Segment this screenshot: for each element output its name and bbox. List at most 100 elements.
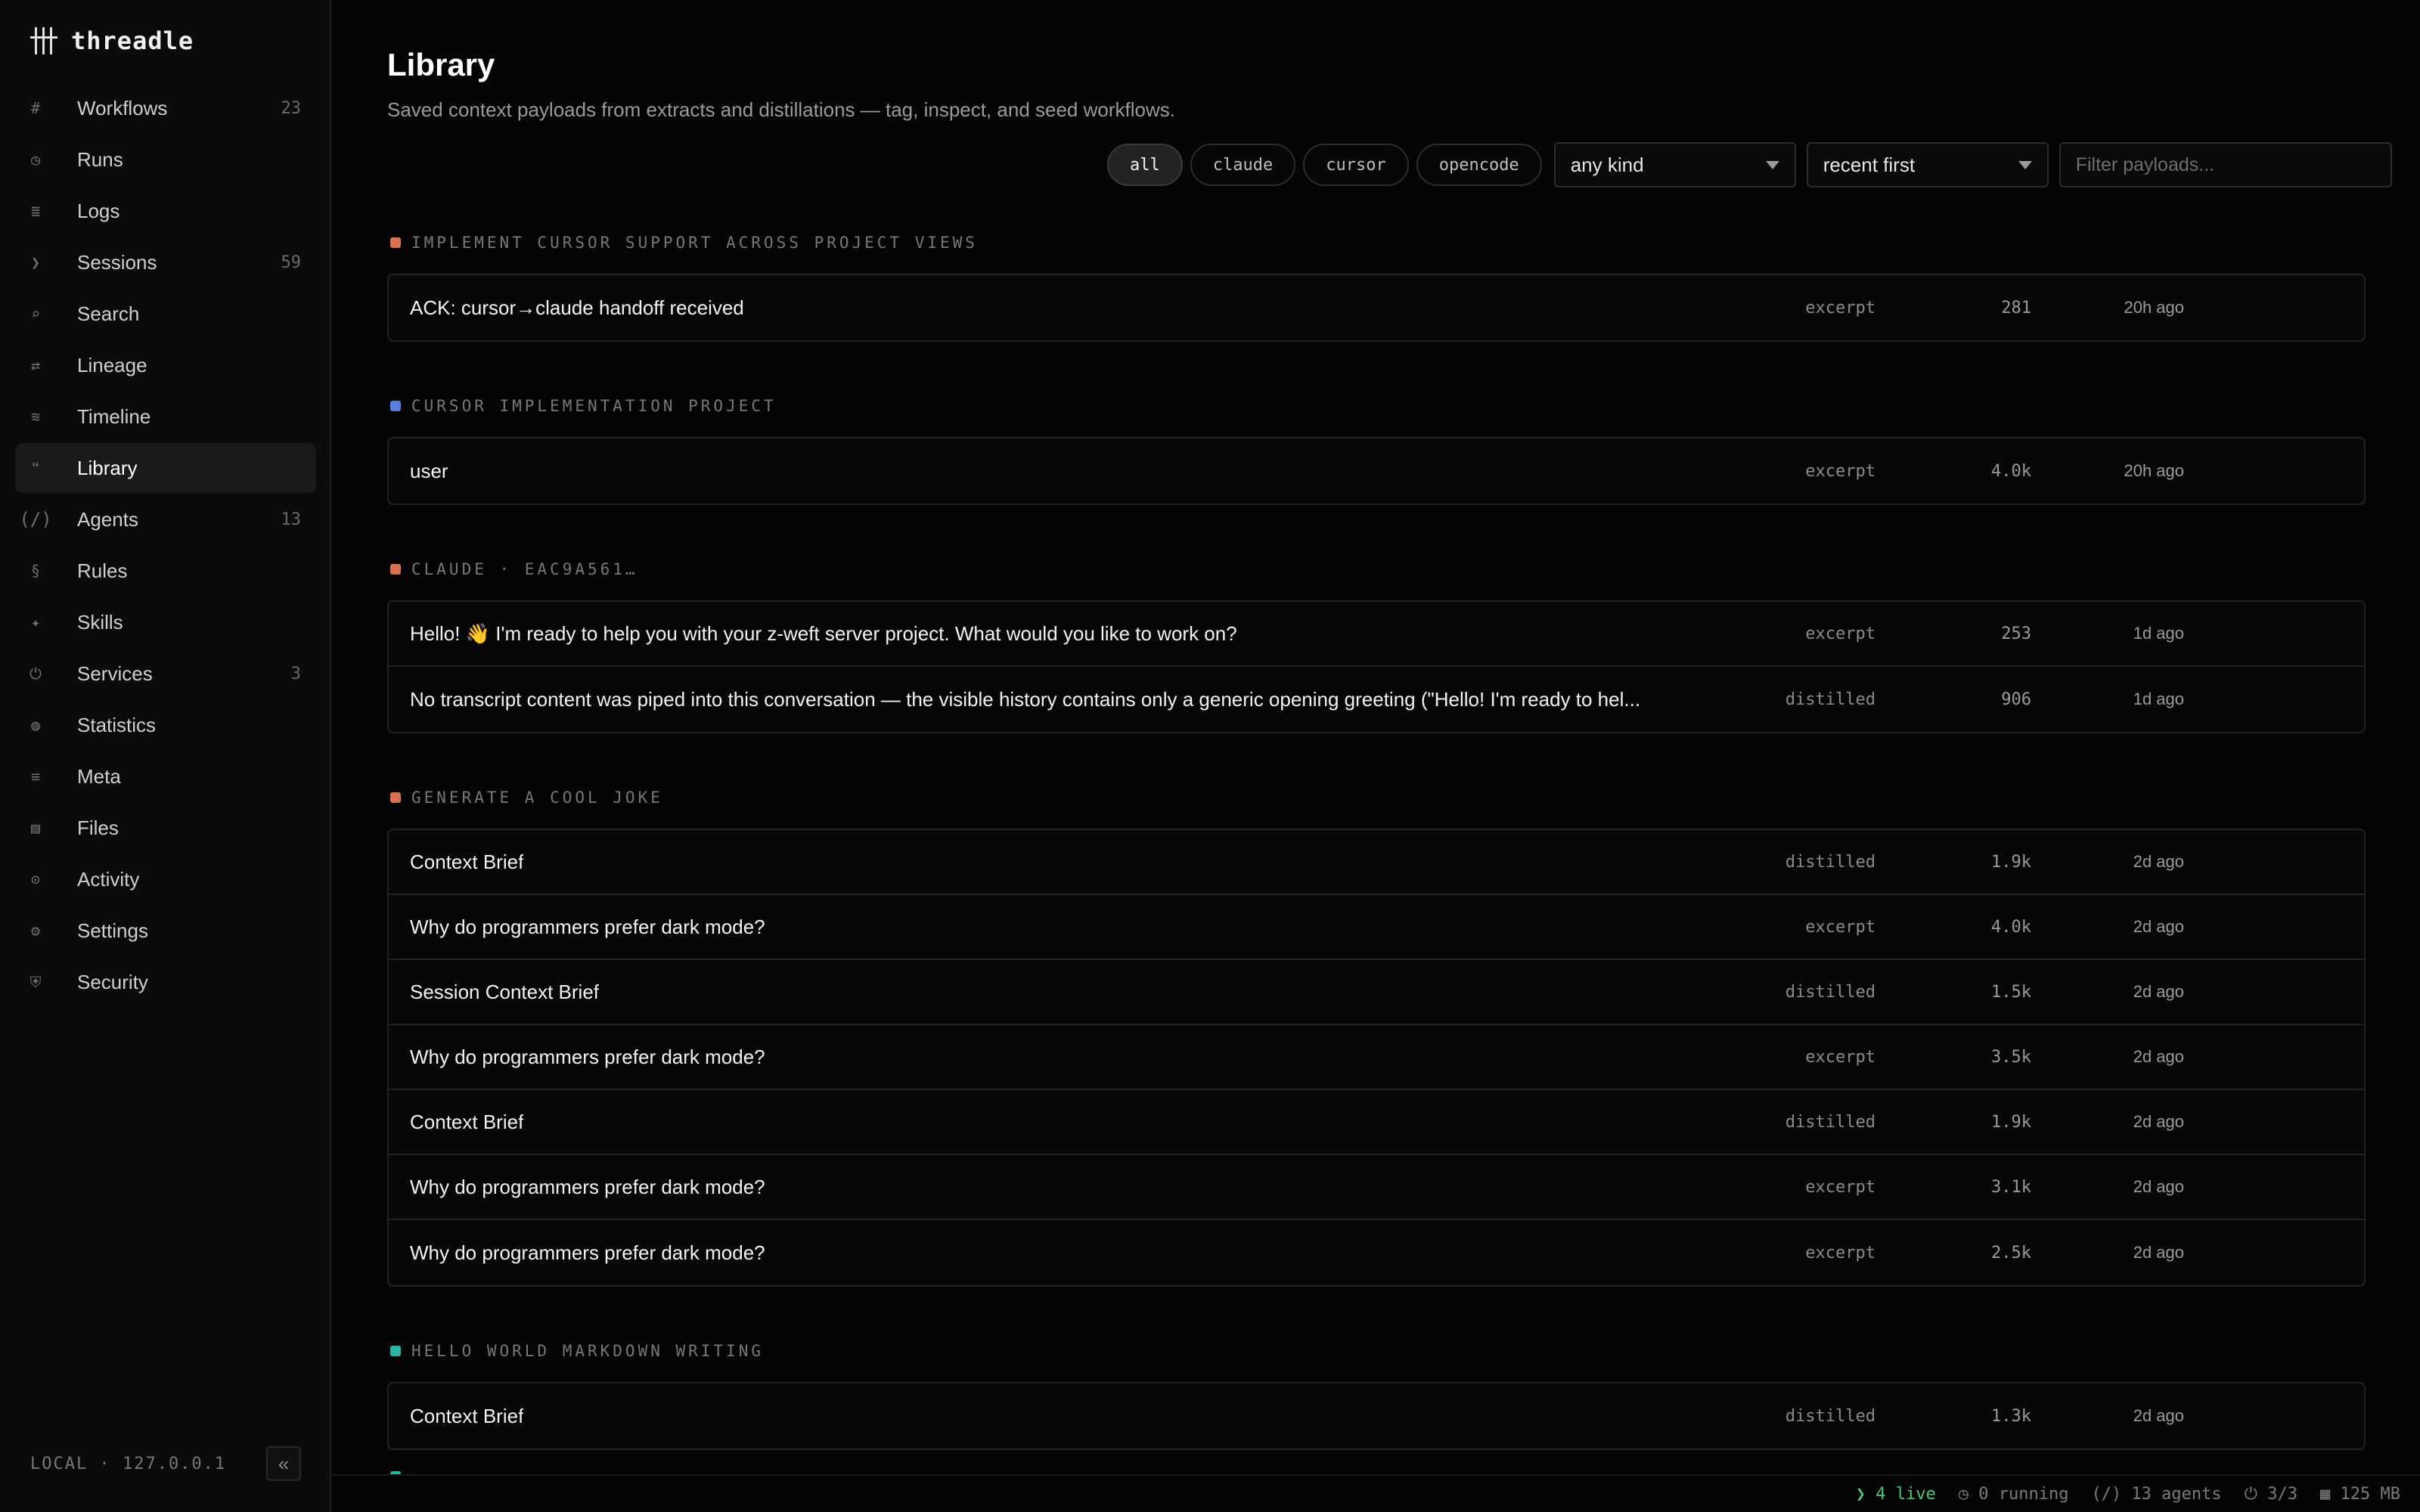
skills-icon: ✦: [30, 613, 41, 631]
sidebar-nav: # Workflows 23 ◷ Runs ≣ Logs ❯ Sessions 59 ⌕ Search…: [15, 83, 316, 1009]
payload-title: Context Brief: [410, 1404, 524, 1427]
payload-time: 20h ago: [2124, 298, 2184, 317]
sidebar-item-label: Agents: [77, 507, 138, 531]
collapse-sidebar-button[interactable]: «: [266, 1446, 301, 1481]
threadle-logo-icon: [30, 27, 57, 54]
payload-row[interactable]: Hello! 👋 I'm ready to help you with your…: [389, 602, 2364, 667]
payload-time: 2d ago: [2133, 1047, 2184, 1066]
payload-title: Hello! 👋 I'm ready to help you with your…: [410, 621, 1237, 645]
payload-title: Session Context Brief: [410, 980, 600, 1003]
sidebar-item-lineage[interactable]: ⇄ Lineage: [15, 340, 316, 390]
group-color-dot: [390, 792, 401, 803]
sidebar-item-label: Rules: [77, 559, 128, 582]
payload-title: user: [410, 459, 448, 482]
group-title: CURSOR IMPLEMENTATION PROJECT: [411, 397, 777, 415]
filter-payloads-input[interactable]: [2059, 142, 2392, 187]
sidebar-item-label: Library: [77, 456, 138, 479]
payload-row[interactable]: No transcript content was piped into thi…: [389, 667, 2364, 732]
sidebar-item-count: 59: [281, 253, 302, 272]
chip-claude[interactable]: claude: [1190, 144, 1296, 186]
chip-opencode[interactable]: opencode: [1416, 144, 1542, 186]
kind-select[interactable]: any kind: [1553, 142, 1796, 187]
payload-row[interactable]: Why do programmers prefer dark mode? exce…: [389, 1220, 2364, 1285]
sidebar-item-rules[interactable]: § Rules: [15, 546, 316, 596]
payload-card: Hello! 👋 I'm ready to help you with your…: [387, 600, 2366, 733]
running-status[interactable]: ◷ 0 running: [1959, 1485, 2069, 1504]
runs-icon: ◷: [30, 150, 41, 169]
sidebar-item-skills[interactable]: ✦ Skills: [15, 597, 316, 647]
chip-cursor[interactable]: cursor: [1303, 144, 1409, 186]
group-header[interactable]: HELLO WORLD MARKDOWN WRITING: [390, 1340, 764, 1362]
payload-row[interactable]: Context Brief distilled 1.9k 2d ago: [389, 830, 2364, 895]
sidebar-item-label: Logs: [77, 199, 120, 222]
group-title: CLAUDE · EAC9A561…: [411, 560, 638, 578]
sidebar: threadle # Workflows 23 ◷ Runs ≣ Logs ❯ Sessions…: [0, 0, 331, 1512]
sidebar-item-label: Timeline: [77, 404, 151, 428]
payload-row[interactable]: user excerpt 4.0k 20h ago: [389, 438, 2364, 503]
sidebar-item-logs[interactable]: ≣ Logs: [15, 186, 316, 236]
payload-kind: distilled: [1785, 1406, 1876, 1426]
payload-row[interactable]: Context Brief distilled 1.9k 2d ago: [389, 1090, 2364, 1155]
sidebar-item-runs[interactable]: ◷ Runs: [15, 135, 316, 184]
sidebar-item-files[interactable]: ▤ Files: [15, 803, 316, 853]
sidebar-item-services[interactable]: ⏻ Services 3: [15, 649, 316, 699]
sidebar-item-sessions[interactable]: ❯ Sessions 59: [15, 237, 316, 287]
files-icon: ▤: [30, 819, 41, 837]
group-header[interactable]: CLAUDE · EAC9A561…: [390, 558, 638, 581]
payload-time: 2d ago: [2133, 917, 2184, 936]
memory-status: ▦ 125 MB: [2320, 1484, 2400, 1504]
payload-title: Why do programmers prefer dark mode?: [410, 915, 765, 938]
sidebar-item-label: Sessions: [77, 250, 157, 274]
search-icon: ⌕: [30, 305, 41, 323]
payload-kind: distilled: [1785, 982, 1876, 1002]
payload-size: 2.5k: [1991, 1243, 2031, 1263]
chip-all[interactable]: all: [1107, 144, 1183, 186]
sidebar-item-statistics[interactable]: ◍ Statistics: [15, 700, 316, 750]
sidebar-item-label: Runs: [77, 147, 123, 171]
payload-row[interactable]: ACK: cursor→claude handoff received excer…: [389, 275, 2364, 340]
payload-size: 3.1k: [1991, 1177, 2031, 1197]
sidebar-item-library[interactable]: ❝ Library: [15, 443, 316, 493]
sidebar-item-security[interactable]: ⛨ Security: [15, 957, 316, 1007]
payload-title: ACK: cursor→claude handoff received: [410, 296, 744, 319]
group-title: HELLO WORLD MARKDOWN WRITING: [411, 1342, 765, 1360]
payload-kind: excerpt: [1805, 461, 1876, 481]
payload-time: 1d ago: [2133, 624, 2184, 643]
payload-time: 2d ago: [2133, 1177, 2184, 1196]
payload-time: 2d ago: [2133, 1112, 2184, 1131]
payload-kind: excerpt: [1805, 1047, 1876, 1067]
sidebar-item-timeline[interactable]: ≋ Timeline: [15, 392, 316, 442]
sidebar-item-agents[interactable]: (/) Agents 13: [15, 494, 316, 544]
payload-row[interactable]: Session Context Brief distilled 1.5k 2d ago: [389, 960, 2364, 1025]
payload-size: 4.0k: [1991, 917, 2031, 937]
payload-card: Context Brief distilled 1.3k 2d ago: [387, 1382, 2366, 1450]
sidebar-item-label: Skills: [77, 610, 123, 634]
live-sessions-status[interactable]: ❯ 4 live: [1856, 1485, 1936, 1504]
payload-title: Context Brief: [410, 850, 524, 873]
payload-row[interactable]: Context Brief distilled 1.3k 2d ago: [389, 1383, 2364, 1448]
payload-card: ACK: cursor→claude handoff received excer…: [387, 274, 2366, 342]
group-header[interactable]: IMPLEMENT CURSOR SUPPORT ACROSS PROJECT …: [390, 231, 978, 254]
sidebar-item-settings[interactable]: ⚙ Settings: [15, 906, 316, 956]
sidebar-item-search[interactable]: ⌕ Search: [15, 289, 316, 339]
sidebar-item-meta[interactable]: ≡ Meta: [15, 751, 316, 801]
group-header[interactable]: GENERATE A COOL JOKE: [390, 786, 663, 809]
group-header[interactable]: CURSOR IMPLEMENTATION PROJECT: [390, 395, 777, 417]
sidebar-item-workflows[interactable]: # Workflows 23: [15, 83, 316, 133]
sort-select[interactable]: recent first: [1806, 142, 2049, 187]
services-status[interactable]: ⏻ 3/3: [2245, 1485, 2297, 1504]
payload-title: No transcript content was piped into thi…: [410, 687, 1641, 711]
sidebar-item-label: Search: [77, 302, 140, 325]
payload-row[interactable]: Why do programmers prefer dark mode? exce…: [389, 1025, 2364, 1090]
kind-select-value: any kind: [1570, 153, 1644, 176]
brand[interactable]: threadle: [30, 26, 194, 56]
sidebar-item-activity[interactable]: ⊙ Activity: [15, 854, 316, 904]
payload-kind: excerpt: [1805, 298, 1876, 318]
payload-row[interactable]: Why do programmers prefer dark mode? exce…: [389, 895, 2364, 960]
filter-bar: all claude cursor opencode any kind rece…: [1107, 142, 2392, 187]
payload-size: 1.9k: [1991, 852, 2031, 872]
sidebar-item-label: Meta: [77, 764, 121, 788]
payload-kind: distilled: [1785, 689, 1876, 709]
payload-row[interactable]: Why do programmers prefer dark mode? exce…: [389, 1155, 2364, 1220]
agents-status[interactable]: (/) 13 agents: [2091, 1485, 2221, 1504]
